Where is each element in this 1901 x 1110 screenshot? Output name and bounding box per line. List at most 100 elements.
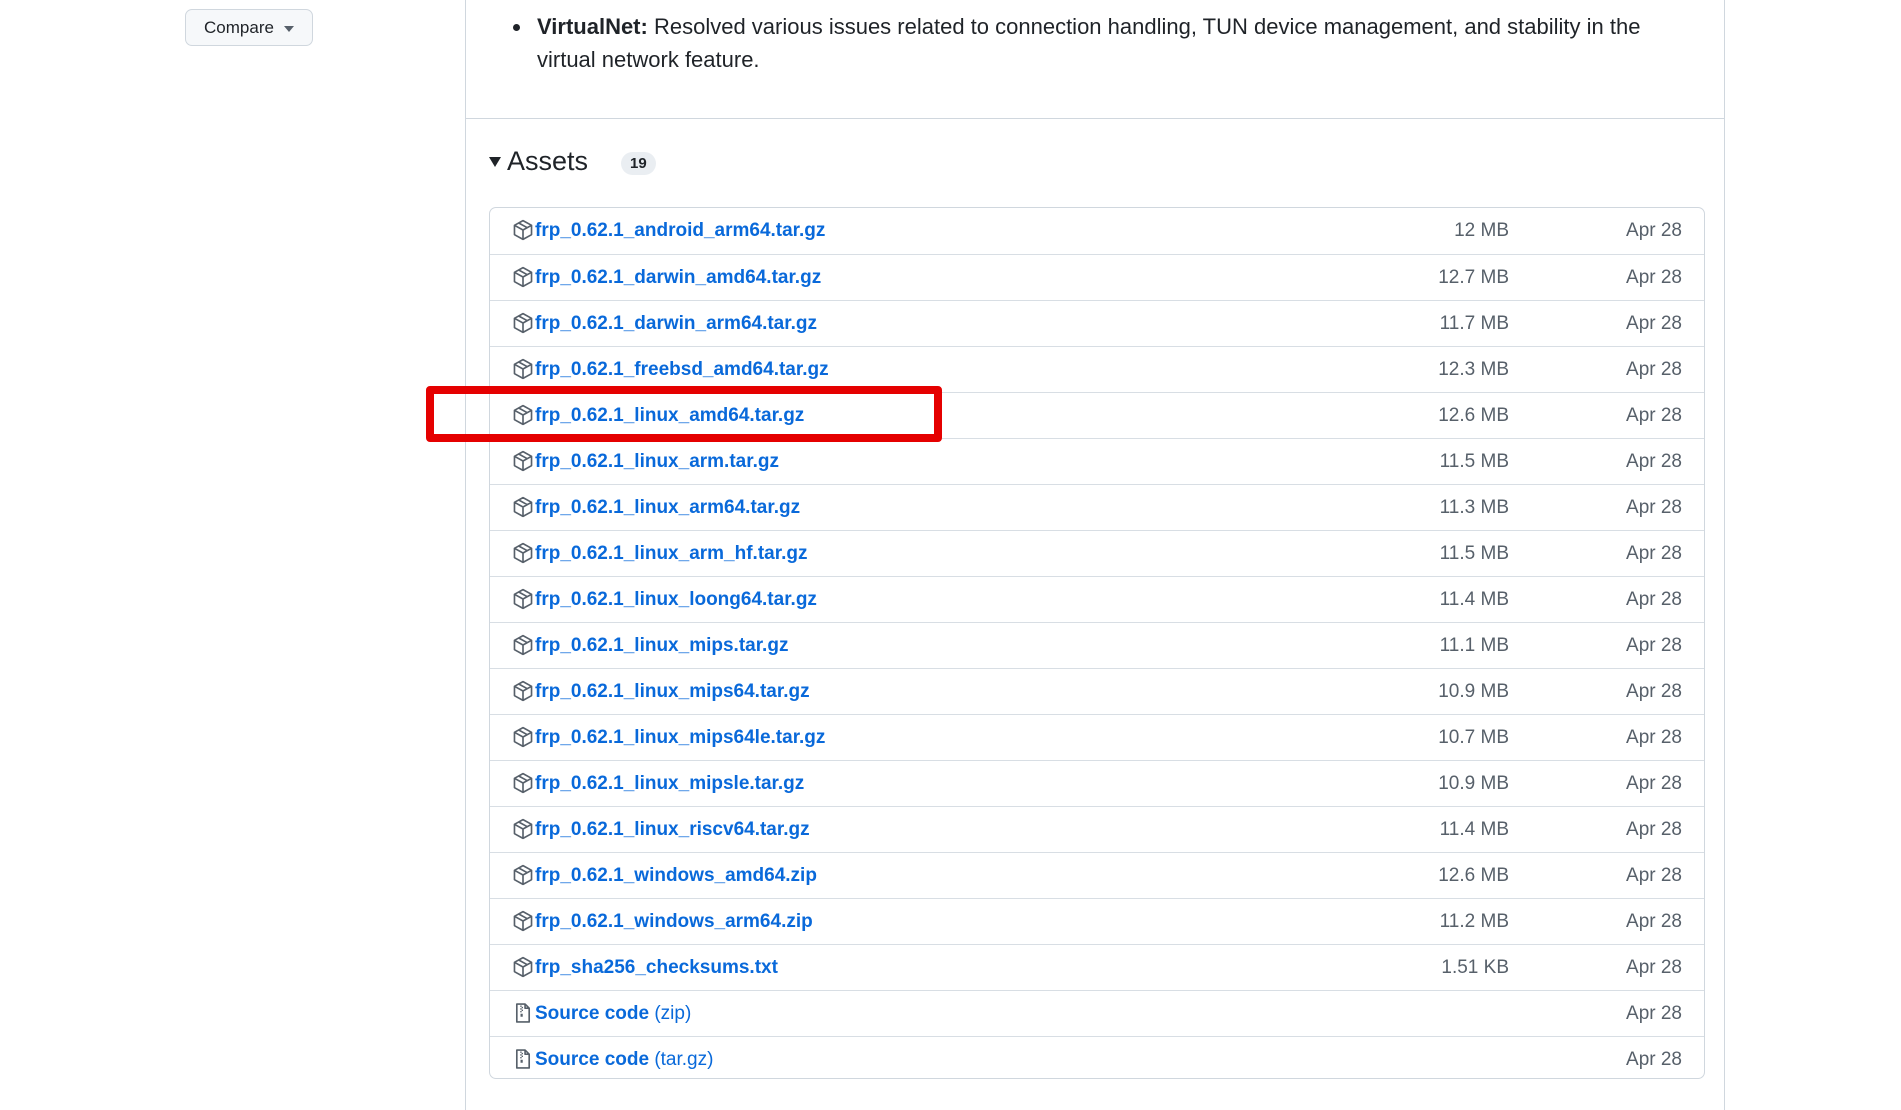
asset-row: frp_0.62.1_linux_mips64.tar.gz 10.9 MB Apr… [490, 668, 1704, 714]
asset-size: 11.4 MB [1439, 588, 1509, 610]
asset-download-link[interactable]: frp_0.62.1_darwin_arm64.tar.gz [535, 313, 817, 335]
asset-name: frp_0.62.1_linux_arm.tar.gz [535, 450, 779, 472]
asset-size: 1.51 KB [1441, 956, 1509, 978]
compare-button[interactable]: Compare [185, 9, 313, 46]
assets-list: frp_0.62.1_android_arm64.tar.gz 12 MB Apr … [489, 207, 1705, 1079]
notes-list-item: VirtualNet: Resolved various issues rela… [533, 10, 1699, 76]
package-icon [512, 864, 534, 886]
asset-size: 10.9 MB [1438, 772, 1509, 794]
asset-download-link[interactable]: frp_0.62.1_freebsd_amd64.tar.gz [535, 359, 829, 381]
asset-row: frp_0.62.1_linux_mips.tar.gz 11.1 MB Apr 2… [490, 622, 1704, 668]
asset-date: Apr 28 [1626, 312, 1682, 334]
asset-date: Apr 28 [1626, 266, 1682, 288]
asset-download-link[interactable]: Source code (tar.gz) [535, 1049, 713, 1071]
asset-name: frp_0.62.1_linux_mips64.tar.gz [535, 680, 810, 702]
asset-name-suffix: (tar.gz) [649, 1048, 714, 1070]
package-icon [512, 956, 534, 978]
asset-name: frp_0.62.1_linux_mipsle.tar.gz [535, 772, 805, 794]
package-icon [512, 358, 534, 380]
package-icon [512, 219, 534, 241]
asset-name: frp_0.62.1_darwin_amd64.tar.gz [535, 266, 822, 288]
asset-download-link[interactable]: frp_0.62.1_linux_arm64.tar.gz [535, 497, 800, 519]
package-icon [512, 542, 534, 564]
asset-date: Apr 28 [1626, 542, 1682, 564]
asset-row: Source code (tar.gz) Apr 28 [490, 1036, 1704, 1078]
asset-download-link[interactable]: frp_0.62.1_linux_arm_hf.tar.gz [535, 543, 807, 565]
asset-row: frp_0.62.1_windows_amd64.zip 12.6 MB Apr 2… [490, 852, 1704, 898]
asset-date: Apr 28 [1626, 496, 1682, 518]
asset-download-link[interactable]: frp_0.62.1_linux_riscv64.tar.gz [535, 819, 810, 841]
asset-download-link[interactable]: frp_0.62.1_windows_arm64.zip [535, 911, 813, 933]
asset-row: frp_0.62.1_windows_arm64.zip 11.2 MB Apr 2… [490, 898, 1704, 944]
package-icon [512, 910, 534, 932]
asset-size: 11.4 MB [1439, 818, 1509, 840]
package-icon [512, 266, 534, 288]
package-icon [512, 496, 534, 518]
asset-size: 12.6 MB [1438, 404, 1509, 426]
asset-date: Apr 28 [1626, 1002, 1682, 1024]
asset-size: 11.7 MB [1439, 312, 1509, 334]
asset-download-link[interactable]: frp_0.62.1_android_arm64.tar.gz [535, 220, 825, 242]
file-zip-icon [512, 1002, 534, 1024]
asset-size: 10.9 MB [1438, 680, 1509, 702]
asset-name: frp_0.62.1_linux_loong64.tar.gz [535, 588, 817, 610]
asset-row: frp_0.62.1_darwin_arm64.tar.gz 11.7 MB Apr… [490, 300, 1704, 346]
notes-item-text: Resolved various issues related to conne… [537, 14, 1641, 72]
asset-download-link[interactable]: frp_0.62.1_linux_mips64.tar.gz [535, 681, 810, 703]
package-icon [512, 404, 534, 426]
assets-count-badge: 19 [621, 152, 656, 175]
asset-download-link[interactable]: frp_0.62.1_linux_mipsle.tar.gz [535, 773, 804, 795]
asset-date: Apr 28 [1626, 818, 1682, 840]
asset-download-link[interactable]: frp_0.62.1_linux_arm.tar.gz [535, 451, 779, 473]
asset-row: frp_0.62.1_freebsd_amd64.tar.gz 12.3 MB Ap… [490, 346, 1704, 392]
asset-date: Apr 28 [1626, 404, 1682, 426]
asset-size: 12.3 MB [1438, 358, 1509, 380]
notes-item-title: VirtualNet: [537, 14, 648, 39]
asset-date: Apr 28 [1626, 634, 1682, 656]
asset-size: 11.2 MB [1439, 910, 1509, 932]
asset-size: 12.6 MB [1438, 864, 1509, 886]
asset-date: Apr 28 [1626, 910, 1682, 932]
asset-name: frp_0.62.1_freebsd_amd64.tar.gz [535, 358, 829, 380]
asset-download-link[interactable]: Source code (zip) [535, 1003, 691, 1025]
asset-date: Apr 28 [1626, 588, 1682, 610]
package-icon [512, 312, 534, 334]
asset-row: frp_0.62.1_linux_amd64.tar.gz 12.6 MB Apr … [490, 392, 1704, 438]
asset-row: frp_0.62.1_linux_mips64le.tar.gz 10.7 MB A… [490, 714, 1704, 760]
asset-date: Apr 28 [1626, 220, 1682, 241]
asset-size: 11.5 MB [1439, 542, 1509, 564]
assets-toggle[interactable]: Assets 19 [489, 146, 656, 177]
asset-download-link[interactable]: frp_0.62.1_linux_mips.tar.gz [535, 635, 788, 657]
asset-download-link[interactable]: frp_sha256_checksums.txt [535, 957, 778, 979]
package-icon [512, 634, 534, 656]
asset-name: frp_0.62.1_linux_mips64le.tar.gz [535, 726, 826, 748]
asset-download-link[interactable]: frp_0.62.1_linux_loong64.tar.gz [535, 589, 817, 611]
asset-download-link[interactable]: frp_0.62.1_windows_amd64.zip [535, 865, 817, 887]
asset-name: frp_0.62.1_linux_arm_hf.tar.gz [535, 542, 808, 564]
package-icon [512, 726, 534, 748]
asset-row: frp_0.62.1_darwin_amd64.tar.gz 12.7 MB Apr… [490, 254, 1704, 300]
asset-name: frp_0.62.1_windows_arm64.zip [535, 910, 813, 932]
triangle-down-icon [489, 156, 501, 167]
asset-size: 10.7 MB [1438, 726, 1509, 748]
asset-date: Apr 28 [1626, 864, 1682, 886]
asset-download-link[interactable]: frp_0.62.1_darwin_amd64.tar.gz [535, 267, 821, 289]
asset-date: Apr 28 [1626, 358, 1682, 380]
asset-name: frp_0.62.1_darwin_arm64.tar.gz [535, 312, 817, 334]
caret-down-icon [283, 25, 294, 32]
file-zip-icon [512, 1048, 534, 1070]
package-icon [512, 450, 534, 472]
asset-name: frp_0.62.1_linux_amd64.tar.gz [535, 404, 805, 426]
asset-row: frp_0.62.1_linux_loong64.tar.gz 11.4 MB Ap… [490, 576, 1704, 622]
asset-date: Apr 28 [1626, 450, 1682, 472]
package-icon [512, 772, 534, 794]
compare-label: Compare [204, 17, 274, 37]
asset-size: 11.1 MB [1439, 634, 1509, 656]
section-divider [465, 118, 1725, 119]
asset-download-link[interactable]: frp_0.62.1_linux_mips64le.tar.gz [535, 727, 825, 749]
asset-name: frp_0.62.1_windows_amd64.zip [535, 864, 817, 886]
asset-date: Apr 28 [1626, 726, 1682, 748]
asset-row: frp_0.62.1_linux_arm_hf.tar.gz 11.5 MB Apr… [490, 530, 1704, 576]
asset-date: Apr 28 [1626, 956, 1682, 978]
asset-download-link[interactable]: frp_0.62.1_linux_amd64.tar.gz [535, 405, 804, 427]
